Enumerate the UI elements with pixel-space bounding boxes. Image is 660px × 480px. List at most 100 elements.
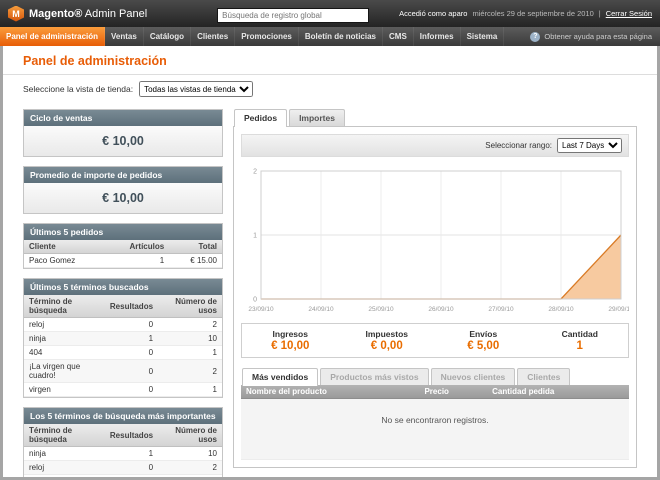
brand-name: Magento® bbox=[29, 8, 82, 20]
column-header: Precio bbox=[419, 385, 487, 399]
content-frame: Panel de administración Seleccione la vi… bbox=[0, 46, 660, 480]
nav-item-informes[interactable]: Informes bbox=[414, 27, 461, 46]
stat-label: Impuestos bbox=[339, 329, 436, 339]
stat-value: € 10,00 bbox=[242, 340, 339, 352]
stat-cantidad: Cantidad 1 bbox=[532, 329, 629, 352]
range-label: Seleccionar rango: bbox=[485, 141, 552, 150]
table-cell: 1 bbox=[158, 346, 222, 360]
tab-productos-mas-vistos[interactable]: Productos más vistos bbox=[320, 368, 428, 385]
help-link[interactable]: ? Obtener ayuda para esta página bbox=[522, 27, 660, 46]
table-row[interactable]: reloj 0 2 bbox=[24, 461, 222, 475]
tab-importes[interactable]: Importes bbox=[289, 109, 345, 126]
nav-item-boletin[interactable]: Boletín de noticias bbox=[299, 27, 383, 46]
column-header: Resultados bbox=[105, 295, 158, 318]
panel-title: Últimos 5 pedidos bbox=[24, 224, 222, 240]
svg-text:25/09/10: 25/09/10 bbox=[368, 306, 394, 313]
table-cell: 0 bbox=[105, 461, 158, 475]
logout-link[interactable]: Cerrar Sesión bbox=[606, 9, 652, 18]
table-cell: 0 bbox=[105, 475, 158, 480]
nav-item-sistema[interactable]: Sistema bbox=[461, 27, 505, 46]
empty-message: No se encontraron registros. bbox=[241, 399, 629, 460]
tab-clientes[interactable]: Clientes bbox=[517, 368, 570, 385]
svg-text:24/09/10: 24/09/10 bbox=[308, 306, 334, 313]
stat-value: € 5,00 bbox=[435, 340, 532, 352]
panel-title: Últimos 5 términos buscados bbox=[24, 279, 222, 295]
nav-item-promociones[interactable]: Promociones bbox=[235, 27, 299, 46]
tab-mas-vendidos[interactable]: Más vendidos bbox=[242, 368, 318, 386]
brand-text: Magento® Admin Panel bbox=[29, 8, 147, 20]
help-label: Obtener ayuda para esta página bbox=[544, 32, 652, 41]
table-row[interactable]: 404 0 1 bbox=[24, 346, 222, 360]
stat-value: 1 bbox=[532, 340, 629, 352]
table-row[interactable]: Paco Gomez 1 € 15.00 bbox=[24, 254, 222, 268]
svg-text:28/09/10: 28/09/10 bbox=[548, 306, 574, 313]
bestsellers-tabs: Más vendidos Productos más vistos Nuevos… bbox=[241, 368, 629, 385]
table-cell: reloj bbox=[24, 318, 105, 332]
svg-text:26/09/10: 26/09/10 bbox=[428, 306, 454, 313]
table-cell: 2 bbox=[158, 360, 222, 383]
main-nav: Panel de administración Ventas Catálogo … bbox=[0, 27, 660, 46]
store-view-select[interactable]: Todas las vistas de tienda bbox=[139, 81, 253, 97]
table-cell: 0 bbox=[105, 383, 158, 397]
table-cell: 1 bbox=[105, 447, 158, 461]
logged-in-as: Accedió como aparo bbox=[399, 9, 467, 18]
column-header: Artículos bbox=[105, 240, 169, 254]
table-cell: virgen bbox=[24, 383, 105, 397]
column-header: Número de usos bbox=[158, 424, 222, 447]
tab-pedidos[interactable]: Pedidos bbox=[234, 109, 287, 127]
table-row[interactable]: virgen 0 1 bbox=[24, 383, 222, 397]
table-cell: 1 bbox=[158, 383, 222, 397]
nav-item-cms[interactable]: CMS bbox=[383, 27, 414, 46]
table-row[interactable]: ninja 1 10 bbox=[24, 332, 222, 346]
lifetime-sales-value: € 10,00 bbox=[24, 126, 222, 156]
table-cell: ninja bbox=[24, 447, 105, 461]
svg-text:0: 0 bbox=[253, 297, 257, 304]
table-cell: reloj bbox=[24, 461, 105, 475]
panel-title: Ciclo de ventas bbox=[24, 110, 222, 126]
bestsellers-table: Nombre del producto Precio Cantidad pedi… bbox=[241, 385, 629, 460]
table-cell: 1 bbox=[105, 332, 158, 346]
nav-item-dashboard[interactable]: Panel de administración bbox=[0, 27, 105, 46]
dashboard-left-column: Ciclo de ventas € 10,00 Promedio de impo… bbox=[23, 109, 223, 480]
svg-text:27/09/10: 27/09/10 bbox=[488, 306, 514, 313]
column-header: Nombre del producto bbox=[241, 385, 419, 399]
table-cell: Paco Gomez bbox=[24, 254, 105, 268]
panel-title: Promedio de importe de pedidos bbox=[24, 167, 222, 183]
global-search-input[interactable] bbox=[217, 8, 369, 23]
table-row[interactable]: ¡La virgen que cuadro! 0 2 bbox=[24, 360, 222, 383]
average-orders-panel: Promedio de importe de pedidos € 10,00 bbox=[23, 166, 223, 214]
orders-tab-content: Seleccionar rango: Last 7 Days 0 1 2 23/09/… bbox=[233, 126, 637, 468]
table-cell: ¡La virgen que cuadro! bbox=[24, 475, 105, 480]
svg-text:2: 2 bbox=[253, 169, 257, 176]
table-row[interactable]: ninja 1 10 bbox=[24, 447, 222, 461]
nav-item-catalogo[interactable]: Catálogo bbox=[144, 27, 191, 46]
last-orders-panel: Últimos 5 pedidos Cliente Artículos Tota… bbox=[23, 223, 223, 269]
table-row[interactable]: reloj 0 2 bbox=[24, 318, 222, 332]
top-bar: M Magento® Admin Panel Accedió como apar… bbox=[0, 0, 660, 27]
panel-title: Los 5 términos de búsqueda más important… bbox=[24, 408, 222, 424]
nav-item-clientes[interactable]: Clientes bbox=[191, 27, 235, 46]
stat-envios: Envíos € 5,00 bbox=[435, 329, 532, 352]
range-select[interactable]: Last 7 Days bbox=[557, 138, 622, 153]
orders-tabs: Pedidos Importes bbox=[233, 109, 637, 126]
stat-label: Envíos bbox=[435, 329, 532, 339]
svg-text:29/09/10: 29/09/10 bbox=[608, 306, 629, 313]
table-cell: ¡La virgen que cuadro! bbox=[24, 360, 105, 383]
stat-label: Cantidad bbox=[532, 329, 629, 339]
table-cell: € 15.00 bbox=[169, 254, 222, 268]
column-header: Número de usos bbox=[158, 295, 222, 318]
last-search-terms-panel: Últimos 5 términos buscados Término de b… bbox=[23, 278, 223, 398]
table-cell: 10 bbox=[158, 332, 222, 346]
last-orders-table: Cliente Artículos Total Paco Gomez 1 € 1… bbox=[24, 240, 222, 268]
range-bar: Seleccionar rango: Last 7 Days bbox=[241, 134, 629, 157]
table-cell: 0 bbox=[105, 318, 158, 332]
tab-nuevos-clientes[interactable]: Nuevos clientes bbox=[431, 368, 516, 385]
store-view-label: Seleccione la vista de tienda: bbox=[23, 84, 133, 94]
nav-item-ventas[interactable]: Ventas bbox=[105, 27, 144, 46]
dashboard-right-column: Pedidos Importes Seleccionar rango: Last… bbox=[233, 109, 637, 480]
separator: | bbox=[599, 9, 601, 18]
help-icon: ? bbox=[530, 32, 540, 42]
table-row[interactable]: ¡La virgen que cuadro! 0 2 bbox=[24, 475, 222, 480]
svg-text:23/09/10: 23/09/10 bbox=[248, 306, 274, 313]
chart-wrap: 01223/09/1024/09/1025/09/1026/09/1027/09… bbox=[241, 163, 629, 315]
